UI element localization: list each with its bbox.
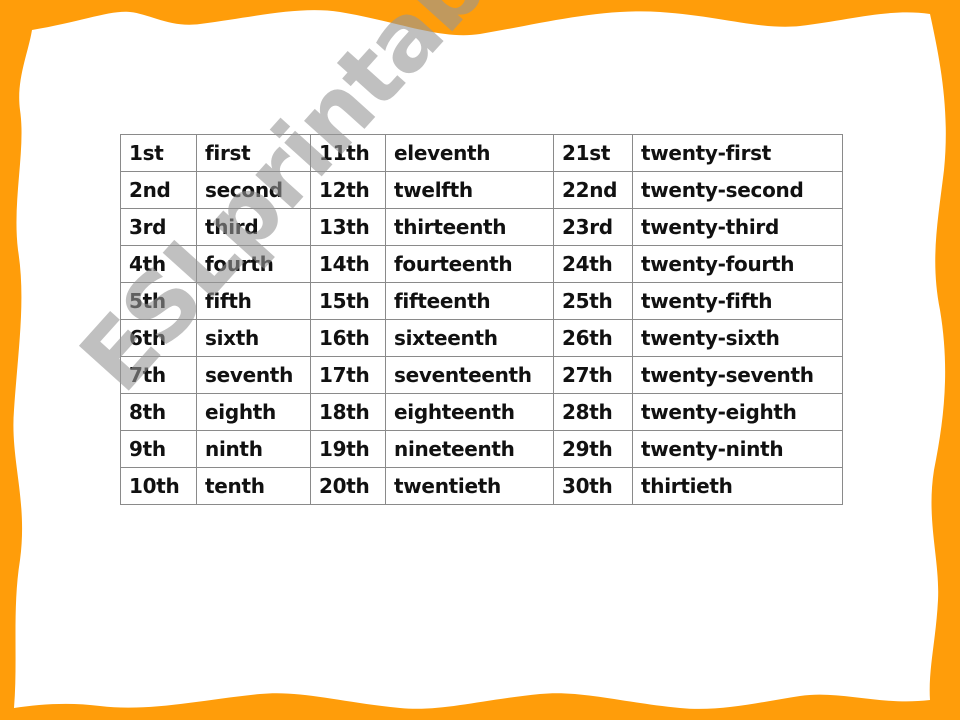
ordinal-word-cell: eighteenth	[385, 393, 554, 431]
ordinal-abbreviation-cell: 4th	[120, 245, 197, 283]
ordinal-abbreviation-cell: 16th	[310, 319, 386, 357]
table-row: 4th fourth 14th fourteenth 24th twenty-fourth	[120, 245, 843, 283]
ordinal-word-cell: fourth	[196, 245, 311, 283]
ordinal-word-cell: twenty-ninth	[632, 430, 843, 468]
table-row: 3rd third 13th thirteenth 23rd twenty-third	[120, 208, 843, 246]
ordinal-word-cell: nineteenth	[385, 430, 554, 468]
table-row: 7th seventh 17th seventeenth 27th twenty-seve…	[120, 356, 843, 394]
ordinal-abbreviation-cell: 6th	[120, 319, 197, 357]
ordinal-word-cell: twenty-first	[632, 134, 843, 172]
ordinal-word-cell: twentieth	[385, 467, 554, 505]
ordinal-word-cell: seventh	[196, 356, 311, 394]
table-row: 2nd second 12th twelfth 22nd twenty-second	[120, 171, 843, 209]
ordinal-abbreviation-cell: 14th	[310, 245, 386, 283]
ordinal-abbreviation-cell: 17th	[310, 356, 386, 394]
ordinal-abbreviation-cell: 25th	[553, 282, 633, 320]
ordinal-abbreviation-cell: 12th	[310, 171, 386, 209]
ordinal-abbreviation-cell: 22nd	[553, 171, 633, 209]
ordinal-word-cell: twenty-fifth	[632, 282, 843, 320]
ordinal-word-cell: eleventh	[385, 134, 554, 172]
ordinal-word-cell: tenth	[196, 467, 311, 505]
ordinal-word-cell: twenty-second	[632, 171, 843, 209]
ordinal-abbreviation-cell: 30th	[553, 467, 633, 505]
ordinal-word-cell: third	[196, 208, 311, 246]
ordinal-word-cell: sixth	[196, 319, 311, 357]
ordinal-word-cell: second	[196, 171, 311, 209]
ordinal-word-cell: twelfth	[385, 171, 554, 209]
ordinal-abbreviation-cell: 24th	[553, 245, 633, 283]
ordinal-abbreviation-cell: 8th	[120, 393, 197, 431]
ordinal-abbreviation-cell: 13th	[310, 208, 386, 246]
ordinal-word-cell: ninth	[196, 430, 311, 468]
ordinal-word-cell: twenty-eighth	[632, 393, 843, 431]
table-row: 8th eighth 18th eighteenth 28th twenty-eighth	[120, 393, 843, 431]
ordinal-abbreviation-cell: 15th	[310, 282, 386, 320]
ordinal-abbreviation-cell: 19th	[310, 430, 386, 468]
ordinal-word-cell: fifth	[196, 282, 311, 320]
ordinal-abbreviation-cell: 26th	[553, 319, 633, 357]
ordinal-word-cell: twenty-third	[632, 208, 843, 246]
ordinal-word-cell: twenty-fourth	[632, 245, 843, 283]
table-row: 10th tenth 20th twentieth 30th thirtieth	[120, 467, 843, 505]
ordinal-abbreviation-cell: 29th	[553, 430, 633, 468]
ordinal-word-cell: thirtieth	[632, 467, 843, 505]
ordinal-abbreviation-cell: 20th	[310, 467, 386, 505]
ordinal-abbreviation-cell: 1st	[120, 134, 197, 172]
ordinal-word-cell: twenty-seventh	[632, 356, 843, 394]
ordinal-abbreviation-cell: 10th	[120, 467, 197, 505]
ordinal-word-cell: sixteenth	[385, 319, 554, 357]
ordinal-abbreviation-cell: 28th	[553, 393, 633, 431]
ordinal-abbreviation-cell: 27th	[553, 356, 633, 394]
ordinal-word-cell: fourteenth	[385, 245, 554, 283]
ordinal-word-cell: fifteenth	[385, 282, 554, 320]
ordinal-word-cell: twenty-sixth	[632, 319, 843, 357]
ordinal-numbers-table: 1st first 11th eleventh 21st twenty-first 2nd s…	[120, 134, 843, 505]
ordinal-abbreviation-cell: 9th	[120, 430, 197, 468]
ordinal-abbreviation-cell: 21st	[553, 134, 633, 172]
ordinal-word-cell: seventeenth	[385, 356, 554, 394]
table-row: 9th ninth 19th nineteenth 29th twenty-ninth	[120, 430, 843, 468]
ordinal-abbreviation-cell: 3rd	[120, 208, 197, 246]
ordinal-abbreviation-cell: 18th	[310, 393, 386, 431]
table-row: 6th sixth 16th sixteenth 26th twenty-sixth	[120, 319, 843, 357]
ordinal-abbreviation-cell: 23rd	[553, 208, 633, 246]
table-row: 5th fifth 15th fifteenth 25th twenty-fifth	[120, 282, 843, 320]
table-row: 1st first 11th eleventh 21st twenty-first	[120, 134, 843, 172]
ordinal-abbreviation-cell: 5th	[120, 282, 197, 320]
ordinal-word-cell: thirteenth	[385, 208, 554, 246]
ordinal-abbreviation-cell: 11th	[310, 134, 386, 172]
ordinal-abbreviation-cell: 2nd	[120, 171, 197, 209]
ordinal-word-cell: first	[196, 134, 311, 172]
ordinal-abbreviation-cell: 7th	[120, 356, 197, 394]
ordinal-word-cell: eighth	[196, 393, 311, 431]
